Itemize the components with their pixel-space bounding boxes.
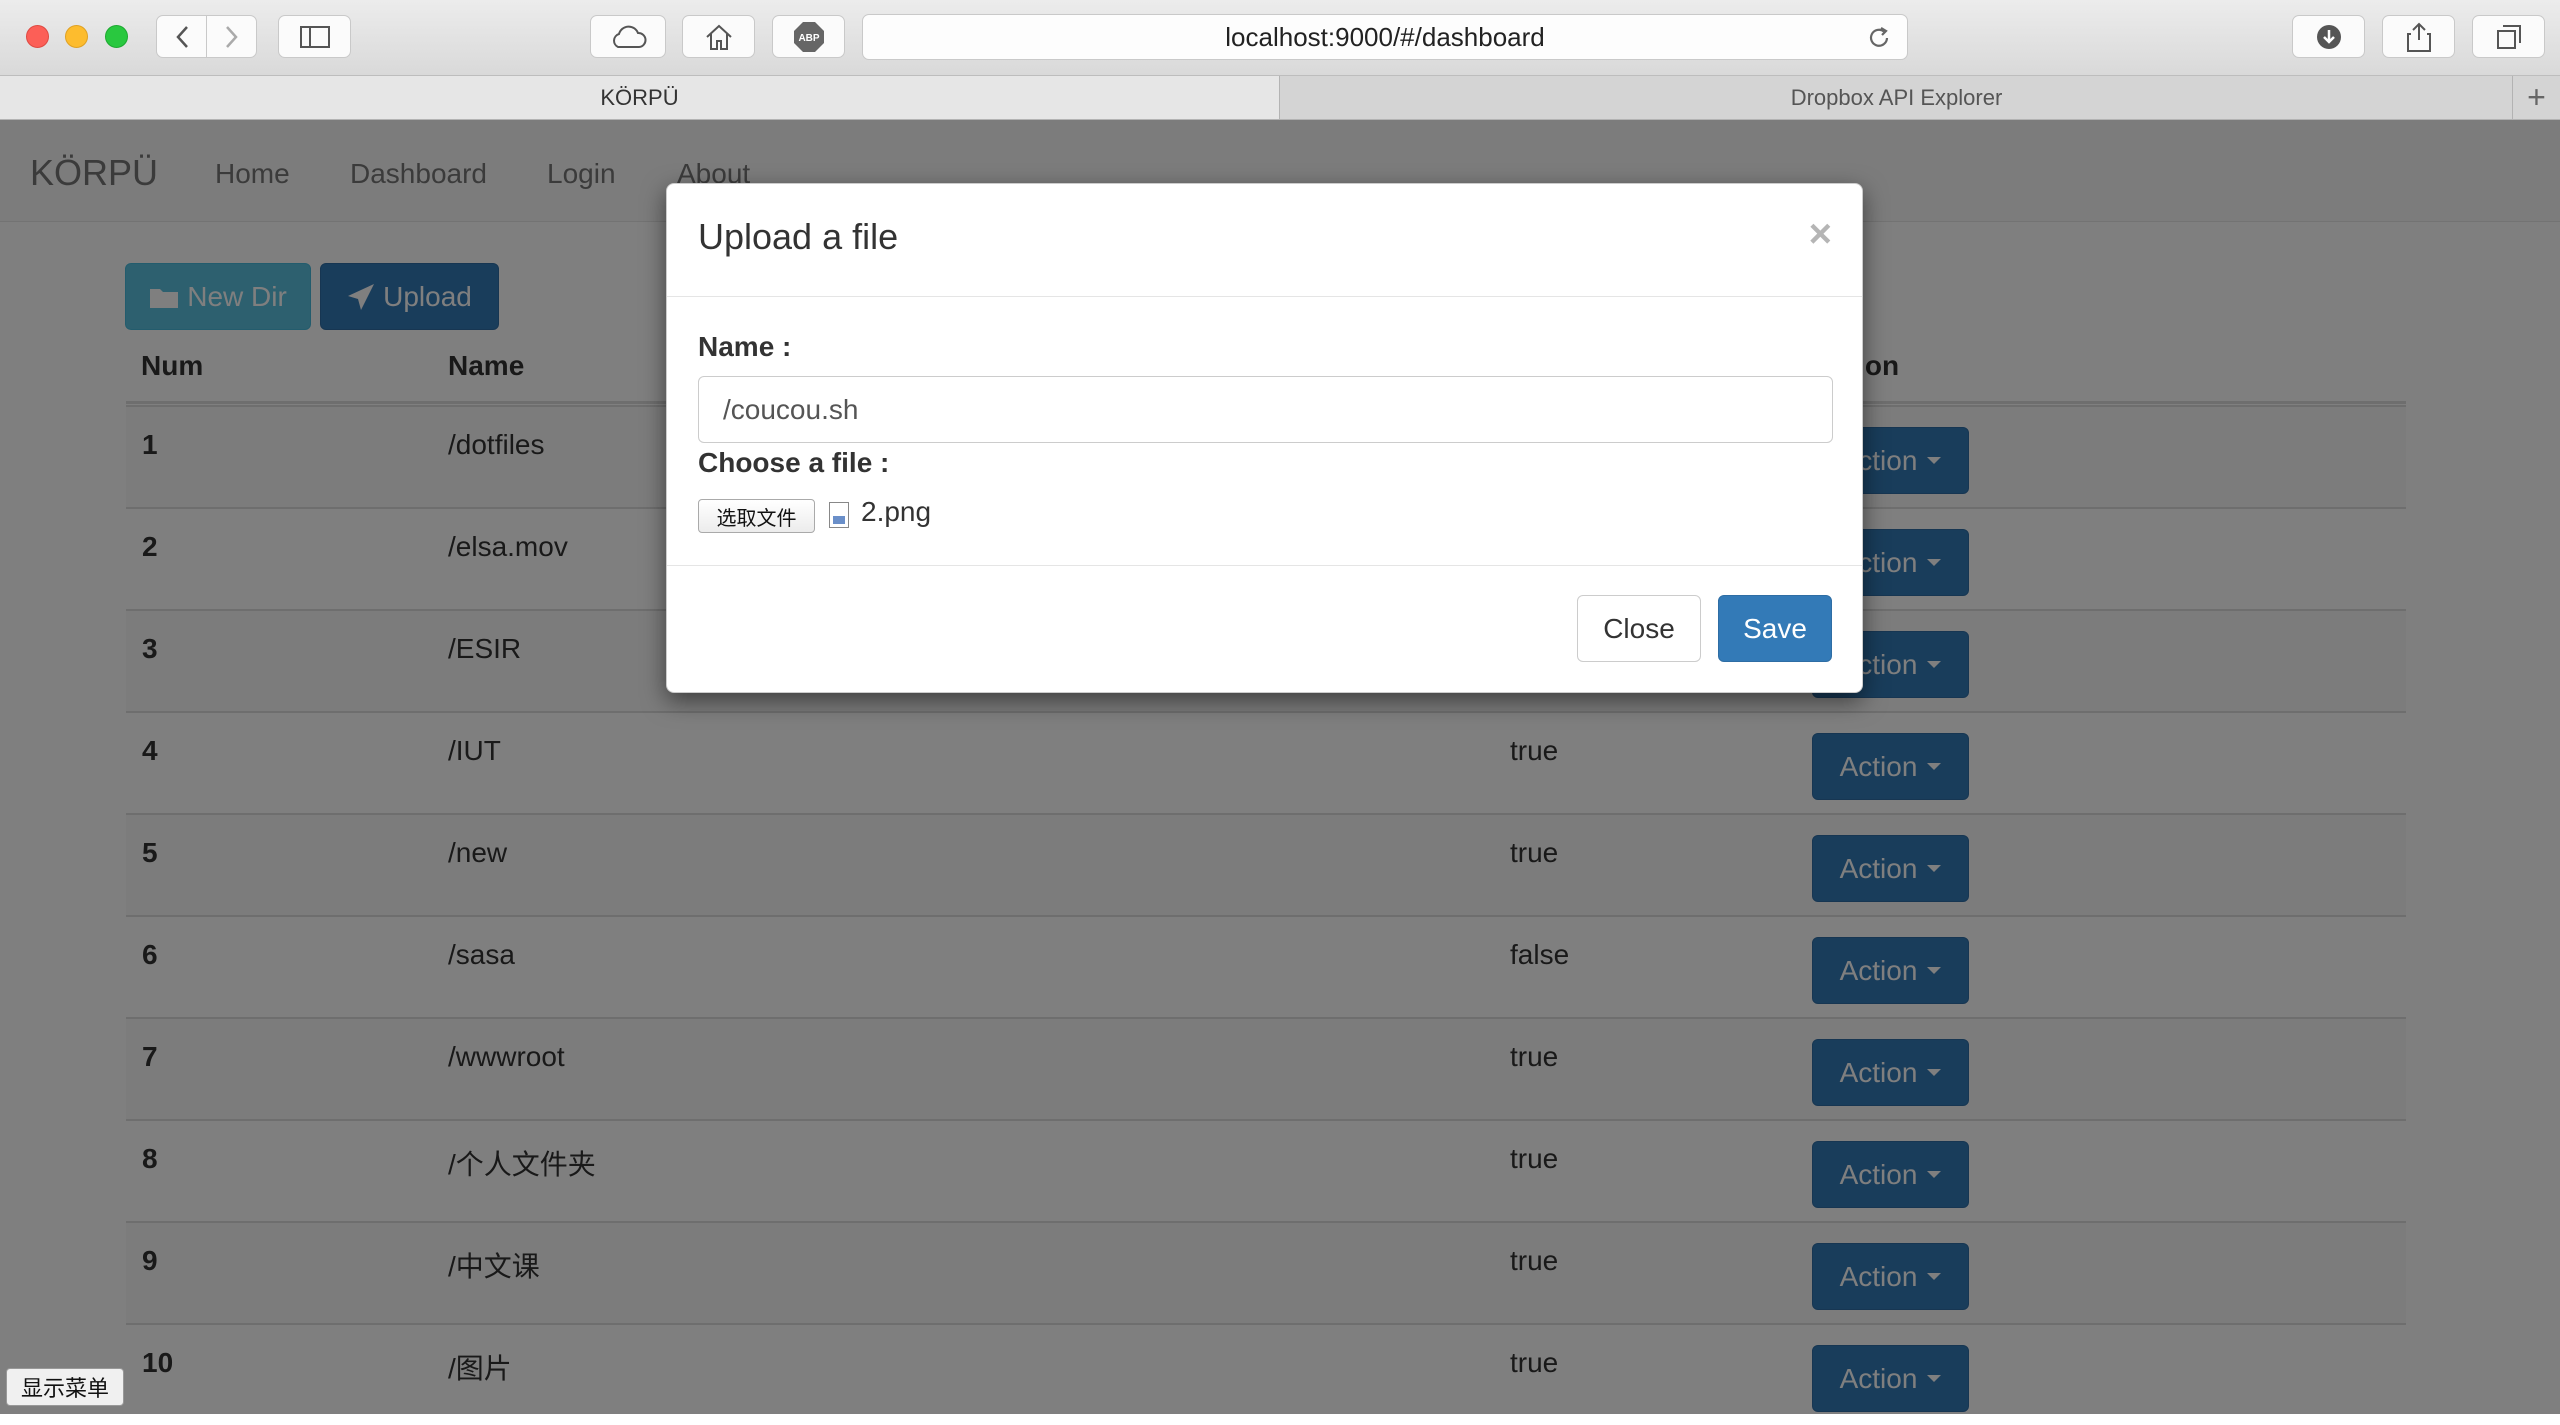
upload-modal: Upload a file × Name : Choose a file : 选… (666, 183, 1863, 693)
download-icon (2316, 24, 2341, 49)
selected-file-name: 2.png (861, 496, 932, 527)
window-zoom-button[interactable] (105, 25, 128, 48)
reload-icon[interactable] (1865, 24, 1893, 52)
choose-file-label: Choose a file : (698, 447, 890, 478)
modal-footer: Close Save (667, 565, 1862, 694)
tab-label: KÖRPÜ (600, 84, 679, 110)
tabs-overview-button[interactable] (2472, 15, 2545, 58)
name-label: Name : (698, 331, 792, 362)
sidebar-toggle-button[interactable] (278, 15, 351, 58)
tabs-icon (2496, 24, 2521, 49)
tab-label: Dropbox API Explorer (1790, 84, 2003, 110)
share-icon (2406, 22, 2431, 52)
modal-title: Upload a file (698, 216, 899, 257)
home-icon (705, 24, 732, 50)
cloud-icon (613, 25, 647, 48)
tab-korpu[interactable]: KÖRPÜ (0, 76, 1280, 119)
home-button[interactable] (682, 15, 755, 58)
adblock-button[interactable]: ABP (772, 15, 845, 58)
modal-header: Upload a file × (667, 184, 1862, 297)
back-button[interactable] (156, 15, 207, 58)
chevron-right-icon (225, 25, 238, 48)
share-button[interactable] (2382, 15, 2455, 58)
window-close-button[interactable] (26, 25, 49, 48)
icloud-tabs-button[interactable] (590, 15, 666, 58)
chevron-left-icon (175, 25, 188, 48)
new-tab-button[interactable]: + (2512, 76, 2560, 119)
url-text: localhost:9000/#/dashboard (1225, 21, 1545, 52)
image-file-icon (829, 502, 849, 528)
browser-titlebar: ABP localhost:9000/#/dashboard (0, 0, 2560, 76)
downloads-button[interactable] (2292, 15, 2365, 58)
svg-text:ABP: ABP (798, 33, 819, 44)
address-bar[interactable]: localhost:9000/#/dashboard (862, 14, 1908, 60)
forward-button[interactable] (206, 15, 257, 58)
tab-dropbox-api-explorer[interactable]: Dropbox API Explorer (1281, 76, 2512, 119)
name-input[interactable] (698, 376, 1833, 443)
show-menu-button[interactable]: 显示菜单 (6, 1368, 124, 1406)
window-minimize-button[interactable] (65, 25, 88, 48)
sidebar-icon (299, 25, 330, 48)
choose-file-button[interactable]: 选取文件 (698, 499, 815, 533)
close-button[interactable]: Close (1577, 595, 1701, 662)
adblock-icon: ABP (793, 21, 824, 52)
close-icon[interactable]: × (1809, 212, 1832, 257)
tab-bar: KÖRPÜ Dropbox API Explorer + (0, 76, 2560, 120)
save-button[interactable]: Save (1718, 595, 1832, 662)
